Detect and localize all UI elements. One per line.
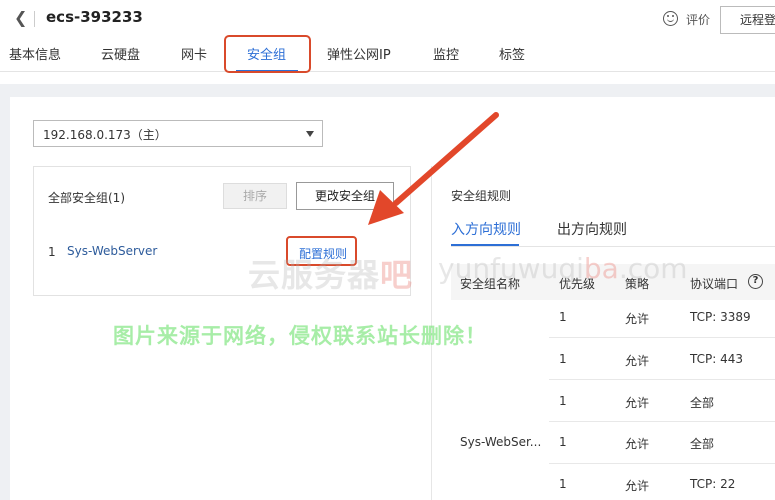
tab-nic[interactable]: 网卡 bbox=[181, 44, 207, 63]
caret-down-icon bbox=[306, 131, 314, 137]
copyright-notice: 图片来源于网络，侵权联系站长删除！ bbox=[113, 324, 487, 348]
tab-basic-info[interactable]: 基本信息 bbox=[9, 44, 61, 63]
tab-cloud-disk[interactable]: 云硬盘 bbox=[101, 44, 140, 63]
security-group-name[interactable]: Sys-WebServer bbox=[67, 244, 157, 258]
security-group-heading: 全部安全组(1) bbox=[48, 191, 125, 205]
rule-priority: 1 bbox=[559, 435, 567, 449]
question-circle-icon[interactable]: ? bbox=[748, 274, 763, 289]
rule-priority: 1 bbox=[559, 394, 567, 408]
rules-title: 安全组规则 bbox=[451, 189, 512, 203]
nic-select-value: 192.168.0.173（主） bbox=[43, 128, 167, 142]
watermark: 云服务器吧 bbox=[248, 256, 414, 294]
rule-group-name: Sys-WebSer... bbox=[460, 435, 542, 449]
sort-button[interactable]: 排序 bbox=[223, 183, 287, 209]
tab-tags[interactable]: 标签 bbox=[499, 44, 525, 63]
tab-monitoring[interactable]: 监控 bbox=[433, 44, 459, 63]
rules-active-underline bbox=[451, 244, 519, 246]
rule-policy: 允许 bbox=[625, 396, 650, 410]
smile-icon[interactable] bbox=[663, 11, 678, 26]
chevron-left-icon[interactable]: ❮ bbox=[14, 8, 27, 27]
change-security-group-button[interactable]: 更改安全组 bbox=[296, 182, 394, 210]
tab-outbound-rules[interactable]: 出方向规则 bbox=[557, 219, 627, 239]
rule-policy: 允许 bbox=[625, 312, 650, 326]
row-divider bbox=[549, 337, 775, 338]
column-header: 协议端口 bbox=[690, 277, 739, 291]
remote-login-button[interactable]: 远程登 bbox=[720, 6, 775, 34]
rules-tab-line bbox=[451, 246, 775, 247]
tab-highlight-box bbox=[224, 35, 311, 73]
rule-port: 全部 bbox=[690, 437, 715, 451]
tab-elastic-ip[interactable]: 弹性公网IP bbox=[327, 44, 391, 63]
rule-policy: 允许 bbox=[625, 354, 650, 368]
detail-tabs: 基本信息 云硬盘 网卡 安全组 弹性公网IP 监控 标签 bbox=[0, 38, 775, 72]
watermark-url: yunfuwuqiba.com bbox=[438, 252, 688, 285]
page-title: ecs-393233 bbox=[46, 8, 143, 26]
rule-port: TCP: 3389 bbox=[690, 310, 751, 324]
rule-priority: 1 bbox=[559, 310, 567, 324]
rule-port: 全部 bbox=[690, 396, 715, 410]
feedback-link[interactable]: 评价 bbox=[686, 11, 710, 28]
row-divider bbox=[549, 379, 775, 380]
row-divider bbox=[549, 463, 775, 464]
title-divider bbox=[34, 11, 35, 27]
rule-policy: 允许 bbox=[625, 479, 650, 493]
rule-port: TCP: 22 bbox=[690, 477, 736, 491]
security-group-index: 1 bbox=[48, 245, 56, 259]
row-divider bbox=[549, 421, 775, 422]
rule-port: TCP: 443 bbox=[690, 352, 744, 366]
top-bar: ❮ ecs-393233 评价 远程登 bbox=[0, 0, 775, 38]
rule-priority: 1 bbox=[559, 352, 567, 366]
tab-inbound-rules[interactable]: 入方向规则 bbox=[451, 219, 521, 239]
rule-priority: 1 bbox=[559, 477, 567, 491]
nic-select[interactable]: 192.168.0.173（主） bbox=[33, 120, 323, 147]
rule-policy: 允许 bbox=[625, 437, 650, 451]
